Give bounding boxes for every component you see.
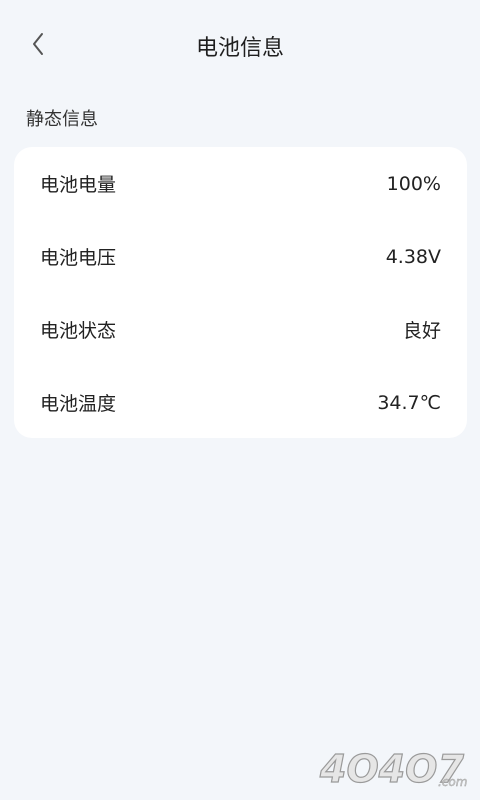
row-value: 100% (386, 172, 441, 195)
page-title: 电池信息 (195, 36, 284, 61)
app-header: 电池信息 (0, 0, 480, 96)
list-item-battery-temperature: 电池温度 34.7℃ (14, 366, 467, 439)
row-label: 电池温度 (40, 393, 117, 415)
row-value: 良好 (402, 320, 441, 342)
info-card: 电池电量 100% 电池电压 4.38V 电池状态 良好 电池温度 34.7℃ (14, 147, 467, 438)
row-label: 电池状态 (40, 320, 117, 342)
watermark-logo: 4O4O7 .com (316, 742, 474, 794)
section-title: 静态信息 (26, 109, 98, 130)
row-label: 电池电压 (40, 247, 117, 269)
row-value: 4.38V (385, 245, 441, 268)
svg-text:.com: .com (438, 775, 467, 789)
row-value: 34.7℃ (377, 391, 441, 414)
list-item-battery-status: 电池状态 良好 (14, 293, 467, 366)
row-label: 电池电量 (40, 174, 117, 196)
list-item-battery-level: 电池电量 100% (14, 147, 467, 220)
list-item-battery-voltage: 电池电压 4.38V (14, 220, 467, 293)
